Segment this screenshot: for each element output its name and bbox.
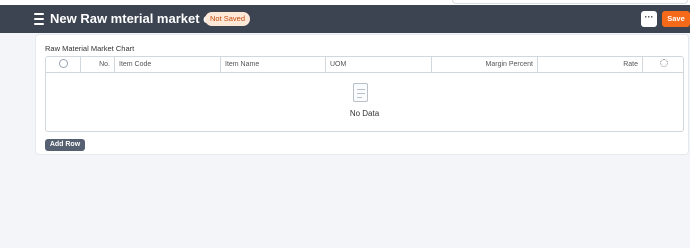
page-header-bar: New Raw mterial market chart Not Saved ·… xyxy=(0,5,690,33)
column-header-rate: Rate xyxy=(538,57,643,73)
add-row-button[interactable]: Add Row xyxy=(45,139,85,151)
status-badge: Not Saved xyxy=(205,12,251,26)
column-header-item-code: Item Code xyxy=(115,57,221,73)
table-section-label: Raw Material Market Chart xyxy=(45,44,135,53)
column-header-item-name: Item Name xyxy=(221,57,326,73)
select-all-checkbox[interactable] xyxy=(58,58,68,68)
child-table: No. Item Code Item Name UOM Margin Perce… xyxy=(45,56,684,132)
select-all-column[interactable] xyxy=(46,57,81,73)
column-header-no: No. xyxy=(81,57,115,73)
top-strip-tab xyxy=(452,0,688,4)
save-button[interactable]: Save xyxy=(662,11,690,27)
no-data-document-icon xyxy=(353,83,368,102)
column-settings[interactable] xyxy=(643,57,683,73)
hamburger-icon[interactable] xyxy=(34,13,44,25)
no-data-text: No Data xyxy=(349,109,380,118)
column-header-margin-percent: Margin Percent xyxy=(432,57,538,73)
form-card: Raw Material Market Chart No. Item Code … xyxy=(35,34,689,155)
table-header: No. Item Code Item Name UOM Margin Perce… xyxy=(46,57,683,73)
more-actions-button[interactable]: ··· xyxy=(641,11,657,27)
settings-gear-icon[interactable] xyxy=(660,59,668,68)
column-header-uom: UOM xyxy=(326,57,432,73)
